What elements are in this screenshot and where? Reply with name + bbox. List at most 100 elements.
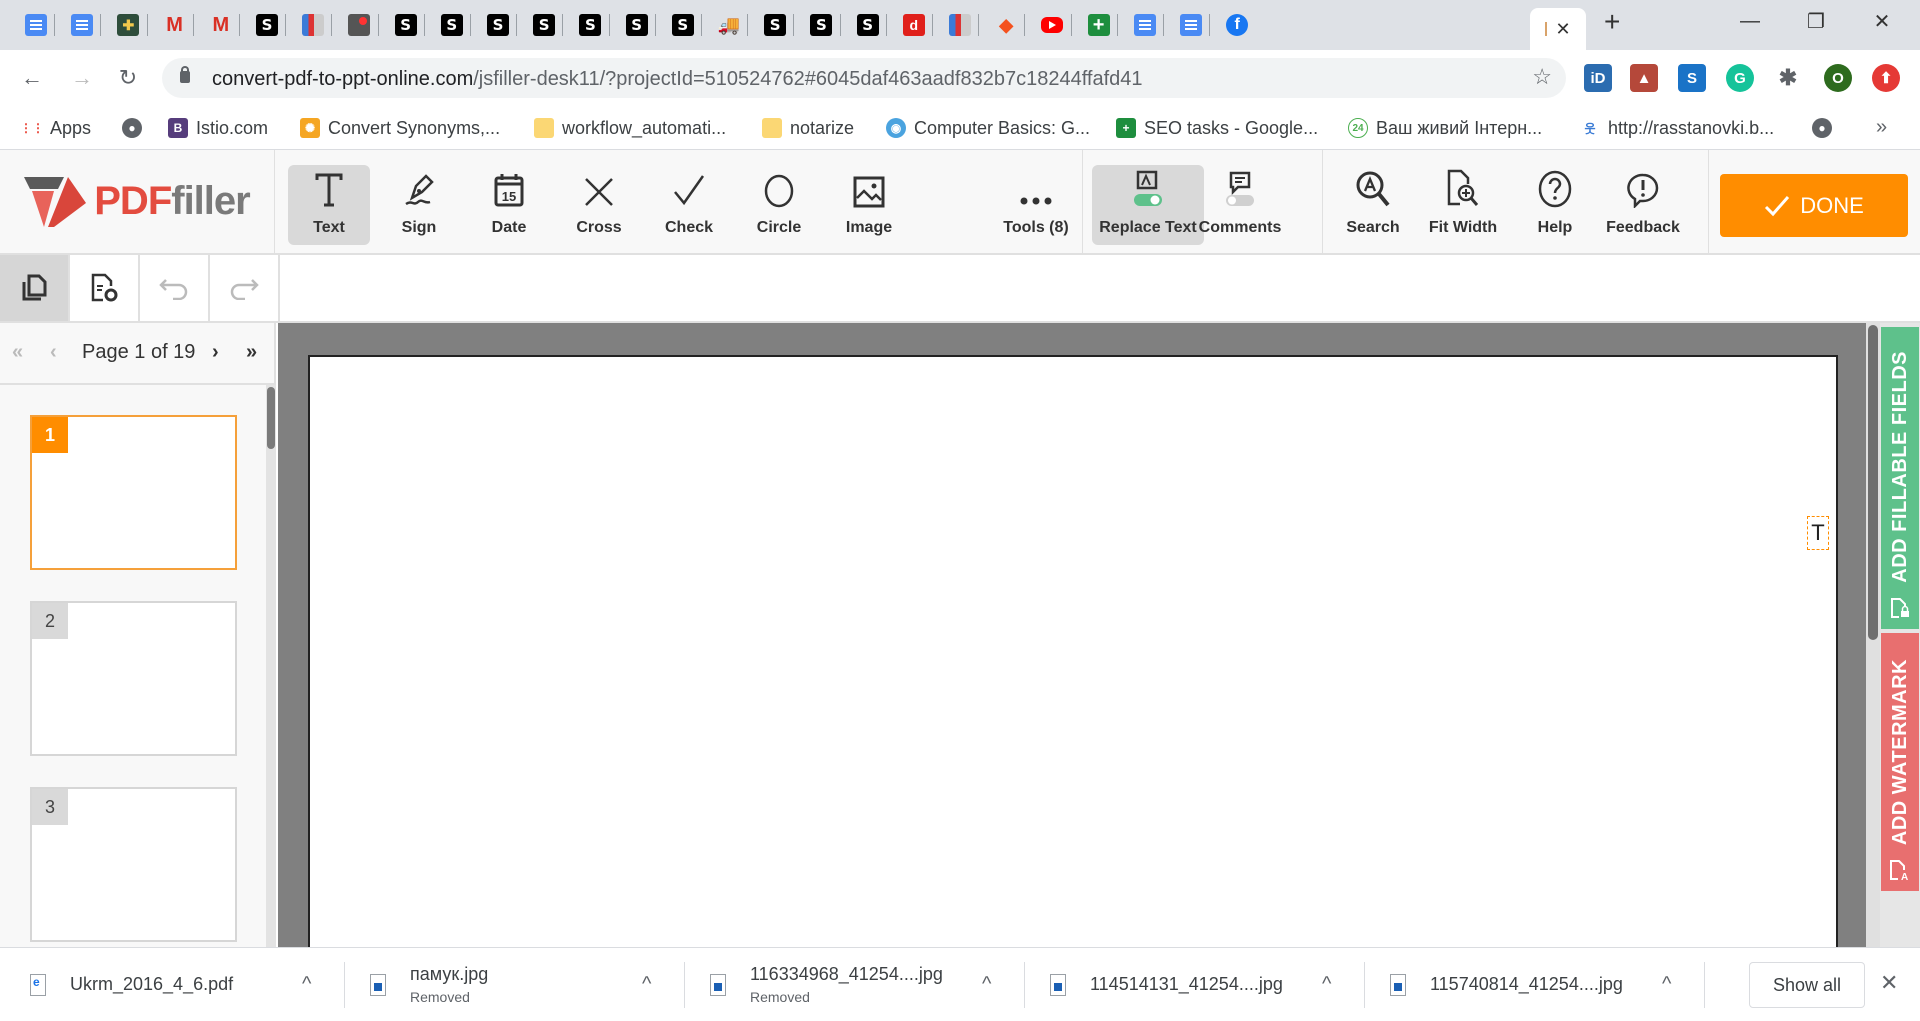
download-filename: 114514131_41254....jpg [1090,974,1283,994]
browser-tab[interactable]: f [1209,8,1265,42]
bookmark-item[interactable]: 24 Ваш живий Інтерн... [1348,114,1542,142]
bookmark-item[interactable]: 웃 http://rasstanovki.b... [1580,114,1774,142]
done-button[interactable]: DONE [1720,174,1908,237]
undo-button[interactable] [140,255,210,321]
text-field-placeholder[interactable]: T [1807,516,1829,550]
pages-scrollbar[interactable] [266,385,276,947]
tool-image[interactable]: Image [828,165,910,245]
tool-label: Check [664,219,714,236]
page-thumbnail[interactable]: 3 [30,787,237,942]
new-tab-button[interactable]: + [1604,6,1620,38]
download-menu-caret-icon[interactable]: ^ [302,948,311,1021]
canvas-scrollbar-thumb[interactable] [1868,325,1878,640]
google-docs-icon [71,14,94,36]
tool-sign[interactable]: Sign [378,165,460,245]
svg-text:15: 15 [502,189,516,204]
tool-comments[interactable]: Comments [1182,165,1298,245]
download-separator [1704,962,1705,1008]
url-text[interactable]: convert-pdf-to-ppt-online.com/jsfiller-d… [212,68,1143,91]
url-input[interactable]: convert-pdf-to-ppt-online.com/jsfiller-d… [162,58,1566,98]
id-extension[interactable]: iD [1584,64,1612,92]
first-page-button[interactable]: « [12,341,23,364]
grammarly-extension[interactable]: G [1726,64,1754,92]
bookmarks-overflow-button[interactable]: » [1876,116,1887,139]
download-filename: Ukrm_2016_4_6.pdf [70,974,234,994]
download-item[interactable]: 115740814_41254....jpg [1390,948,1623,1021]
bookmark-item[interactable]: ⋮⋮ Apps [20,114,91,142]
download-item[interactable]: 114514131_41254....jpg [1050,948,1283,1021]
tool-label: Image [845,219,893,236]
prev-page-button[interactable]: ‹ [50,341,57,364]
bookmark-item[interactable]: ● [122,114,142,142]
show-all-downloads-button[interactable]: Show all [1749,962,1865,1008]
profile-avatar[interactable]: O [1824,64,1852,92]
bookmark-item[interactable]: + SEO tasks - Google... [1116,114,1318,142]
bookmark-label: Ваш живий Інтерн... [1376,117,1543,138]
minimize-button[interactable]: — [1720,0,1780,42]
gmail-icon: M [166,13,183,36]
tool-label: Date [491,219,527,236]
download-filename: 115740814_41254....jpg [1430,974,1623,994]
bookmark-star-icon[interactable]: ☆ [1532,64,1552,90]
tool-help[interactable]: Help [1514,165,1596,245]
active-tab[interactable]: ✕ [1530,8,1586,50]
redo-button[interactable] [210,255,280,321]
s-extension[interactable]: S [1678,64,1706,92]
s-site-icon: S [810,14,833,36]
tool-text[interactable]: Text [288,165,370,245]
tool-circle[interactable]: Circle [738,165,820,245]
next-page-button[interactable]: › [212,341,219,364]
page-thumbnail[interactable]: 1 [30,415,237,570]
bookmark-item[interactable]: ✺ Convert Synonyms,... [300,114,500,142]
document-page[interactable] [308,355,1838,955]
bookmark-item[interactable]: workflow_automati... [534,114,726,142]
bookmarks-bar: ⋮⋮ Apps ● B Istio.com ✺ Convert Synonyms,... wo… [0,106,1920,150]
download-menu-caret-icon[interactable]: ^ [1322,948,1331,1021]
tool-feedback[interactable]: Feedback [1602,165,1684,245]
pages-panel-button[interactable] [0,255,70,321]
download-menu-caret-icon[interactable]: ^ [982,948,991,1021]
triangle-extension[interactable]: ▲ [1630,64,1658,92]
image-file-icon [1050,973,1066,996]
bookmark-label: workflow_automati... [562,117,727,138]
tool-tools-8[interactable]: Tools (8) [988,165,1084,245]
window-close-button[interactable]: ✕ [1852,0,1912,42]
page-thumbnail[interactable]: 2 [30,601,237,756]
canvas-scrollbar[interactable] [1866,323,1880,947]
download-item[interactable]: памук.jpg Removed [370,948,488,1021]
add-fillable-fields-tab[interactable]: ADD FILLABLE FIELDS [1881,327,1919,629]
last-page-button[interactable]: » [246,341,257,364]
tool-fit-width[interactable]: Fit Width [1422,165,1504,245]
tab-separator [654,14,656,36]
pdffiller-logo[interactable]: PDFfiller [0,150,275,253]
reload-button[interactable]: ↻ [112,62,144,94]
download-menu-caret-icon[interactable]: ^ [642,948,651,1021]
download-item[interactable]: 116334968_41254....jpg Removed [710,948,943,1021]
pages-scrollbar-thumb[interactable] [267,387,275,449]
puzzle-extension[interactable]: ✱ [1774,64,1802,92]
secondary-toolbar [0,255,1920,323]
download-menu-caret-icon[interactable]: ^ [1662,948,1671,1021]
tab-close-icon[interactable]: ✕ [1555,19,1570,40]
forward-button[interactable]: → [66,62,98,94]
tool-cross[interactable]: Cross [558,165,640,245]
tool-check[interactable]: Check [648,165,730,245]
document-settings-button[interactable] [70,255,140,321]
bookmark-item[interactable]: ● [1812,114,1832,142]
upload-extension[interactable]: ⬆ [1872,64,1900,92]
bookmark-item[interactable]: notarize [762,114,854,142]
tool-label: Help [1537,219,1573,236]
logo-pdf-text: PDF [94,179,172,223]
back-button[interactable]: ← [16,62,48,94]
add-watermark-tab[interactable]: ADD WATERMARK A [1881,633,1919,891]
restore-button[interactable]: ❐ [1786,0,1846,42]
tool-date[interactable]: 15 Date [468,165,550,245]
tool-search[interactable]: Search [1332,165,1414,245]
tool-label: Fit Width [1428,219,1498,236]
lock-icon[interactable] [180,66,190,83]
download-item[interactable]: Ukrm_2016_4_6.pdf [30,948,233,1021]
bookmark-item[interactable]: ◉ Computer Basics: G... [886,114,1090,142]
close-downloads-bar-button[interactable]: ✕ [1880,970,1898,996]
bookmark-item[interactable]: B Istio.com [168,114,268,142]
tab-separator [423,14,425,36]
